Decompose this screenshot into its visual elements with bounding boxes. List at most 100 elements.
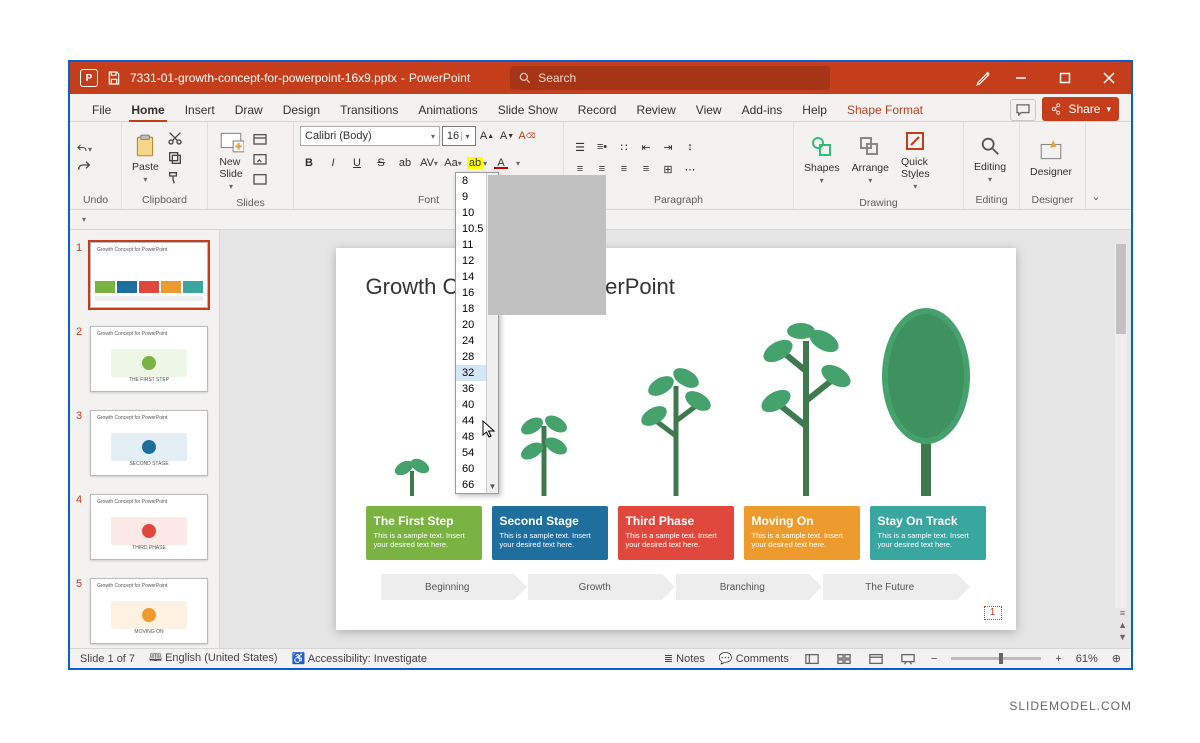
status-lang[interactable]: 🕮 English (United States) bbox=[149, 649, 278, 668]
underline-button[interactable]: U bbox=[348, 154, 366, 172]
thumbnail-4[interactable]: Growth Concept for PowerPointTHIRD PHASE bbox=[90, 494, 208, 560]
tab-shape-format[interactable]: Shape Format bbox=[837, 97, 933, 121]
case-button[interactable]: Aa▾ bbox=[444, 154, 462, 172]
font-size-option[interactable]: 40 bbox=[456, 397, 486, 413]
arrow-4[interactable]: The Future bbox=[823, 574, 957, 600]
view-reading-icon[interactable] bbox=[867, 652, 885, 666]
shadow-button[interactable]: ab bbox=[396, 154, 414, 172]
increase-font-icon[interactable]: A▲ bbox=[478, 127, 496, 145]
strike-button[interactable]: S bbox=[372, 154, 390, 172]
arrow-2[interactable]: Growth bbox=[528, 574, 662, 600]
thumbnail-2[interactable]: Growth Concept for PowerPointTHE FIRST S… bbox=[90, 326, 208, 392]
font-size-option[interactable]: 9 bbox=[456, 189, 486, 205]
qat-dropdown[interactable]: ▾ bbox=[82, 215, 86, 224]
slide-canvas[interactable]: Growth Concept for PowerPoint The First … bbox=[336, 248, 1016, 630]
view-normal-icon[interactable] bbox=[803, 652, 821, 666]
card-3[interactable]: Third PhaseThis is a sample text. Insert… bbox=[618, 506, 734, 561]
minimize-button[interactable] bbox=[999, 62, 1043, 94]
maximize-button[interactable] bbox=[1043, 62, 1087, 94]
designer-button[interactable]: Designer bbox=[1026, 136, 1076, 180]
tab-design[interactable]: Design bbox=[273, 97, 330, 121]
zoom-level[interactable]: 61% bbox=[1076, 653, 1098, 665]
font-size-option[interactable]: 60 bbox=[456, 461, 486, 477]
tab-draw[interactable]: Draw bbox=[225, 97, 273, 121]
section-icon[interactable] bbox=[252, 172, 268, 188]
share-button[interactable]: Share▾ bbox=[1042, 97, 1119, 121]
arrow-3[interactable]: Branching bbox=[676, 574, 810, 600]
font-size-option[interactable]: 66 bbox=[456, 477, 486, 493]
bold-button[interactable]: B bbox=[300, 154, 318, 172]
font-size-option[interactable]: 18 bbox=[456, 301, 486, 317]
font-size-option[interactable]: 16 bbox=[456, 285, 486, 301]
font-size-option[interactable]: 36 bbox=[456, 381, 486, 397]
font-size-option[interactable]: 24 bbox=[456, 333, 486, 349]
quick-styles-button[interactable]: Quick Styles▾ bbox=[897, 126, 934, 193]
font-size-option[interactable]: 32 bbox=[456, 365, 486, 381]
font-size-dropdown[interactable]: 891010.511121416182024283236404448546066… bbox=[455, 172, 499, 494]
font-size-option[interactable]: 8 bbox=[456, 173, 486, 189]
highlight-button[interactable]: ab▾ bbox=[468, 154, 486, 172]
tab-transitions[interactable]: Transitions bbox=[330, 97, 408, 121]
cut-icon[interactable] bbox=[167, 130, 183, 146]
slide-nav-buttons[interactable]: ≡▲▼ bbox=[1118, 608, 1127, 642]
copy-icon[interactable] bbox=[167, 150, 183, 166]
ink-icon[interactable] bbox=[975, 69, 993, 87]
layout-icon[interactable] bbox=[252, 132, 268, 148]
arrange-button[interactable]: Arrange▾ bbox=[848, 132, 893, 187]
arrow-1[interactable]: Beginning bbox=[381, 574, 515, 600]
tab-record[interactable]: Record bbox=[568, 97, 627, 121]
font-size-option[interactable]: 11 bbox=[456, 237, 486, 253]
font-size-option[interactable]: 54 bbox=[456, 445, 486, 461]
tab-slideshow[interactable]: Slide Show bbox=[488, 97, 568, 121]
view-sorter-icon[interactable] bbox=[835, 652, 853, 666]
thumbnail-1[interactable]: Growth Concept for PowerPoint bbox=[90, 242, 208, 308]
tab-animations[interactable]: Animations bbox=[408, 97, 487, 121]
font-size-option[interactable]: 10.5 bbox=[456, 221, 486, 237]
zoom-slider[interactable] bbox=[951, 657, 1041, 660]
paragraph-controls[interactable]: ☰≡•∷⇤⇥↕ ≡≡≡≡⊞⋯ bbox=[570, 137, 700, 179]
new-slide-button[interactable]: New Slide▾ bbox=[214, 126, 248, 193]
font-size-option[interactable]: 14 bbox=[456, 269, 486, 285]
tab-file[interactable]: File bbox=[82, 97, 121, 121]
dropdown-scrollbar[interactable]: ▼ bbox=[486, 173, 498, 493]
paste-button[interactable]: Paste▾ bbox=[128, 131, 163, 186]
save-icon[interactable] bbox=[106, 70, 122, 86]
font-family-select[interactable]: Calibri (Body)▾ bbox=[300, 126, 440, 146]
vertical-scrollbar[interactable] bbox=[1115, 244, 1127, 608]
reset-icon[interactable] bbox=[252, 152, 268, 168]
notes-button[interactable]: ≣ Notes bbox=[664, 652, 705, 665]
tab-help[interactable]: Help bbox=[792, 97, 837, 121]
view-slideshow-icon[interactable] bbox=[899, 652, 917, 666]
tab-review[interactable]: Review bbox=[626, 97, 685, 121]
shapes-button[interactable]: Shapes▾ bbox=[800, 132, 844, 187]
zoom-out[interactable]: − bbox=[931, 653, 937, 665]
close-button[interactable] bbox=[1087, 62, 1131, 94]
italic-button[interactable]: I bbox=[324, 154, 342, 172]
comments-pane-button[interactable]: 💬 Comments bbox=[719, 652, 789, 665]
font-size-select[interactable]: 16▾ bbox=[442, 126, 476, 146]
card-4[interactable]: Moving OnThis is a sample text. Insert y… bbox=[744, 506, 860, 561]
tab-view[interactable]: View bbox=[686, 97, 732, 121]
font-size-option[interactable]: 12 bbox=[456, 253, 486, 269]
clear-format-icon[interactable]: A⌫ bbox=[518, 127, 536, 145]
decrease-font-icon[interactable]: A▼ bbox=[498, 127, 516, 145]
redo-icon[interactable] bbox=[76, 159, 92, 175]
font-size-option[interactable]: 20 bbox=[456, 317, 486, 333]
tab-home[interactable]: Home bbox=[121, 97, 174, 121]
card-2[interactable]: Second StageThis is a sample text. Inser… bbox=[492, 506, 608, 561]
tab-insert[interactable]: Insert bbox=[175, 97, 225, 121]
font-size-option[interactable]: 28 bbox=[456, 349, 486, 365]
font-color-button[interactable]: A bbox=[492, 154, 510, 172]
thumbnail-5[interactable]: Growth Concept for PowerPointMOVING ON bbox=[90, 578, 208, 644]
font-size-option[interactable]: 10 bbox=[456, 205, 486, 221]
tab-addins[interactable]: Add-ins bbox=[732, 97, 793, 121]
fit-window-icon[interactable]: ⊕ bbox=[1112, 652, 1121, 665]
page-number[interactable]: 1 bbox=[984, 606, 1002, 620]
card-1[interactable]: The First StepThis is a sample text. Ins… bbox=[366, 506, 482, 561]
search-box[interactable]: Search bbox=[510, 66, 830, 90]
editing-button[interactable]: Editing▾ bbox=[970, 131, 1010, 186]
spacing-button[interactable]: AV▾ bbox=[420, 154, 438, 172]
format-painter-icon[interactable] bbox=[167, 170, 183, 186]
collapse-ribbon[interactable]: ⌄ bbox=[1086, 122, 1106, 209]
comments-button[interactable] bbox=[1010, 99, 1036, 121]
